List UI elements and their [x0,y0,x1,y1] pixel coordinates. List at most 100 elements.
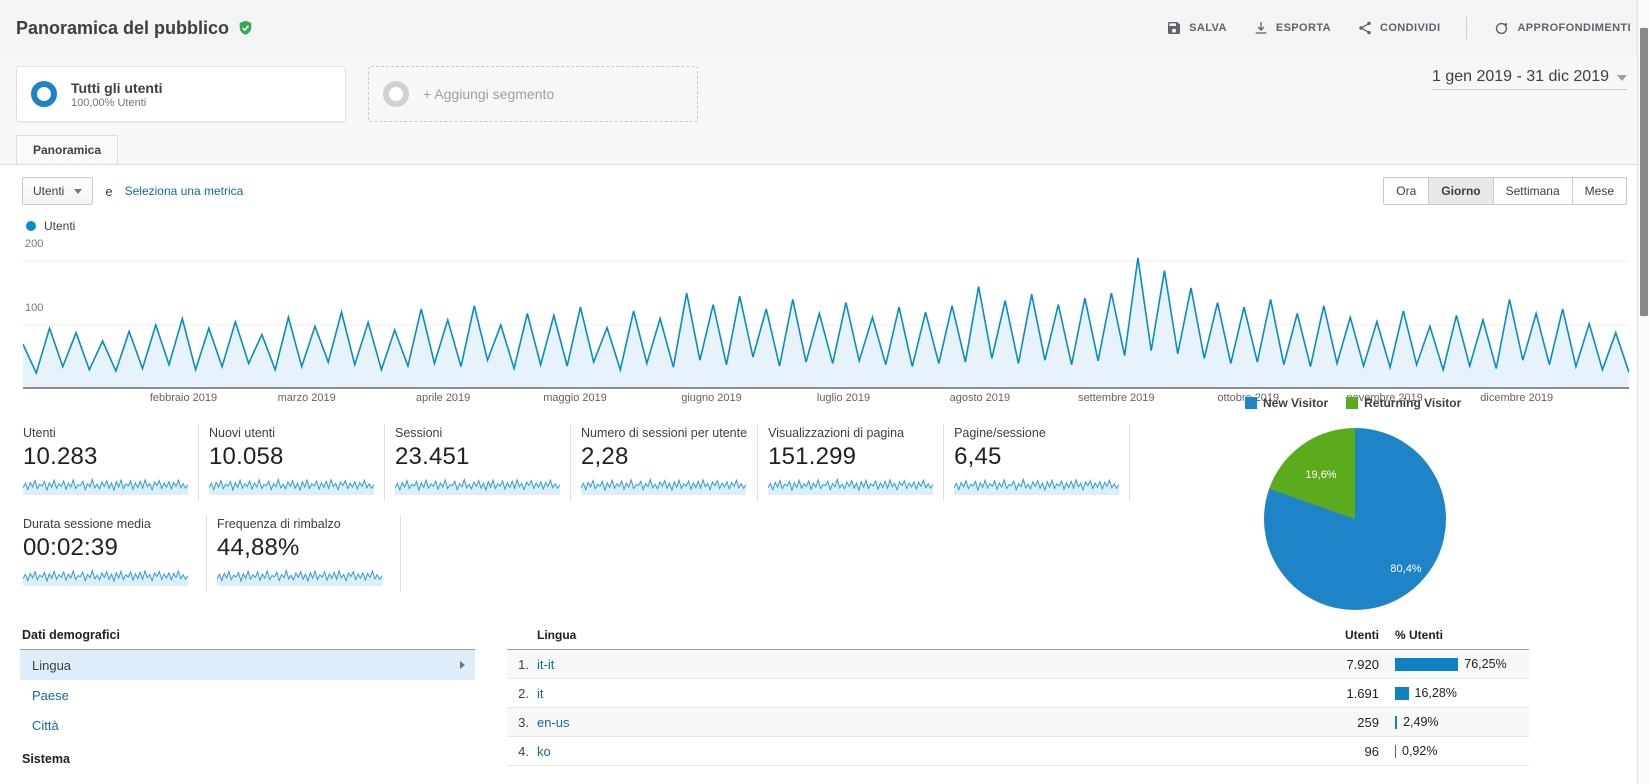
sidebar-item-citta-label: Città [32,717,59,733]
language-link[interactable]: it [537,686,544,701]
add-segment-button[interactable]: + Aggiungi segmento [368,66,698,122]
conjunction-text: e [105,183,113,199]
x-axis-month-label: agosto 2019 [949,392,1011,404]
share-icon [1357,20,1373,36]
metric-value: 10.283 [23,443,98,470]
column-header-utenti: Utenti [1345,628,1379,642]
row-language: en-us [537,715,1289,730]
add-segment-ring-icon [383,81,409,107]
metric-selectors: Utenti e Seleziona una metrica [22,177,243,205]
sidebar-item-paese-label: Paese [32,687,69,703]
metric-value: 6,45 [954,443,1002,470]
table-row: 3. en-us 259 2,49% [507,708,1529,737]
table-row: 4. ko 96 0,92% [507,737,1529,766]
date-range-picker[interactable]: 1 gen 2019 - 31 dic 2019 [1431,68,1627,90]
pct-bar [1395,657,1459,671]
metric-card: Pagine/sessione 6,45 [954,424,1131,501]
granularity-mese-button[interactable]: Mese [1572,177,1627,205]
pie-label-returning: 19,6% [1305,469,1337,481]
metrics-row-2: Durata sessione media 00:02:39 Frequenza… [23,515,1128,592]
verified-shield-icon [237,19,254,37]
pct-bar [1395,715,1398,729]
vertical-scrollbar-thumb[interactable] [1640,28,1648,316]
legend-label: Returning Visitor [1364,396,1462,410]
visitor-type-legend: New Visitor Returning Visitor [1245,396,1461,410]
metric-card: Frequenza di rimbalzo 44,88% [217,515,401,592]
metric-dropdown-value: Utenti [33,184,65,198]
pct-text: 0,92% [1402,744,1438,758]
segment-all-users[interactable]: Tutti gli utenti 100,00% Utenti [16,66,346,122]
x-axis-month-label: aprile 2019 [415,392,471,404]
legend-item: New Visitor [1245,396,1328,410]
metric-value: 10.058 [209,443,284,470]
header-actions-divider [1466,17,1468,39]
language-table-header: Lingua Utenti % Utenti [507,622,1529,650]
metric-label: Sessioni [395,426,443,440]
column-header-pct-utenti: % Utenti [1395,628,1443,642]
sidebar-item-lingua[interactable]: Lingua [20,650,475,680]
share-button[interactable]: CONDIVIDI [1357,20,1440,36]
segment-all-users-text: Tutti gli utenti 100,00% Utenti [71,80,163,109]
pct-bar [1395,744,1396,758]
metric-value: 23.451 [395,443,470,470]
granularity-settimana-button[interactable]: Settimana [1493,177,1573,205]
metric-label: Utenti [23,426,56,440]
granularity-ora-button[interactable]: Ora [1383,177,1430,205]
export-icon [1253,20,1269,36]
metric-value: 44,88% [217,534,300,561]
select-metric-link[interactable]: Seleziona una metrica [125,184,244,198]
sidebar-item-citta[interactable]: Città [20,710,475,740]
language-link[interactable]: en-us [537,715,570,730]
granularity-giorno-button[interactable]: Giorno [1429,177,1494,205]
legend-swatch-icon [1346,397,1359,409]
save-button[interactable]: SALVA [1166,20,1227,36]
metric-card: Utenti 10.283 [23,424,199,501]
table-row: 2. it 1.691 16,28% [507,679,1529,708]
row-language: it-it [537,657,1289,672]
export-button-label: ESPORTA [1275,22,1331,34]
vertical-scrollbar-track[interactable] [1637,0,1649,784]
language-link[interactable]: it-it [537,657,554,672]
metric-value: 151.299 [768,443,857,470]
demographics-header: Dati demografici [20,622,475,650]
series-legend-label: Utenti [44,219,76,233]
metric-sparkline [954,477,1120,495]
pct-bar [1395,686,1409,700]
metric-label: Numero di sessioni per utente [581,426,748,440]
granularity-toggle: Ora Giorno Settimana Mese [1383,177,1627,205]
insights-button[interactable]: APPROFONDIMENTI [1493,20,1631,37]
tab-panoramica[interactable]: Panoramica [16,135,119,165]
metric-dropdown[interactable]: Utenti [22,177,94,205]
page-title-wrap: Panoramica del pubblico [16,18,254,39]
legend-item: Returning Visitor [1346,396,1461,410]
legend-swatch-icon [1245,397,1257,409]
language-link[interactable]: ko [537,744,551,759]
legend-label: New Visitor [1263,396,1329,410]
table-row: 1. it-it 7.920 76,25% [507,650,1529,679]
pct-text: 16,28% [1414,686,1457,700]
row-users: 259 [1357,714,1379,730]
export-button[interactable]: ESPORTA [1253,20,1331,36]
x-axis-month-label: febbraio 2019 [149,392,218,404]
x-axis-month-label: dicembre 2019 [1480,392,1554,404]
sidebar-item-lingua-label: Lingua [32,657,72,673]
metric-sparkline [768,477,934,495]
add-segment-label: + Aggiungi segmento [423,86,555,102]
row-users: 1.691 [1346,685,1379,701]
chevron-down-icon [74,188,83,194]
metric-label: Visualizzazioni di pagina [768,426,905,440]
metric-sparkline [209,477,374,495]
date-range-text: 1 gen 2019 - 31 dic 2019 [1431,68,1609,85]
sistema-section-header: Sistema [22,752,70,766]
metric-value: 2,28 [581,443,629,470]
metric-label: Pagine/sessione [954,426,1046,440]
chevron-down-icon [1617,75,1627,81]
sidebar-item-paese[interactable]: Paese [20,680,475,710]
users-timeseries-chart: 200 100 [23,238,1629,389]
row-users: 7.920 [1346,656,1379,672]
row-pct-cell: 16,28% [1379,686,1529,700]
area-chart-svg [23,257,1629,389]
row-rank: 1. [518,656,529,672]
metric-label: Durata sessione media [23,517,151,531]
metric-sparkline [23,477,188,495]
